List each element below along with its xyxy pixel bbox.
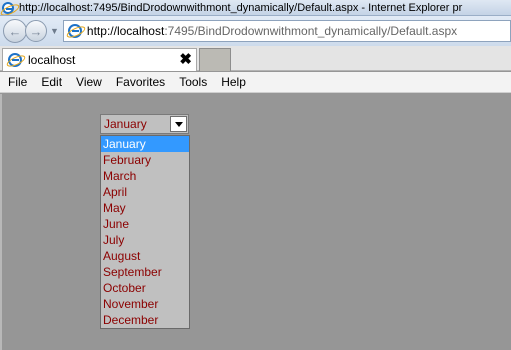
- window-title-bar: http://localhost:7495/BindDrodownwithmon…: [0, 0, 511, 16]
- month-option-list[interactable]: January February March April May June Ju…: [100, 135, 190, 329]
- month-dropdown[interactable]: January: [100, 114, 189, 134]
- tab-favicon-icon: [8, 53, 22, 67]
- month-option[interactable]: March: [101, 168, 189, 184]
- forward-button[interactable]: →: [25, 20, 47, 42]
- menu-bar: File Edit View Favorites Tools Help: [0, 72, 511, 93]
- back-button[interactable]: ←: [3, 19, 27, 43]
- month-option[interactable]: December: [101, 312, 189, 328]
- month-option[interactable]: November: [101, 296, 189, 312]
- month-option[interactable]: May: [101, 200, 189, 216]
- url-host: http://localhost: [86, 24, 165, 38]
- month-option[interactable]: February: [101, 152, 189, 168]
- chevron-down-icon: [174, 121, 183, 127]
- month-option[interactable]: January: [101, 136, 189, 152]
- month-option[interactable]: June: [101, 216, 189, 232]
- back-arrow-icon: ←: [8, 23, 22, 39]
- new-tab-button[interactable]: [199, 48, 231, 71]
- tab-title: localhost: [28, 53, 76, 67]
- month-option[interactable]: April: [101, 184, 189, 200]
- menu-view[interactable]: View: [69, 75, 109, 89]
- menu-help[interactable]: Help: [214, 75, 253, 89]
- menu-favorites[interactable]: Favorites: [109, 75, 172, 89]
- internet-explorer-icon: [2, 1, 14, 14]
- forward-arrow-icon: →: [29, 23, 43, 39]
- dropdown-toggle-button[interactable]: [170, 116, 187, 132]
- menu-edit[interactable]: Edit: [34, 75, 69, 89]
- month-option[interactable]: July: [101, 232, 189, 248]
- month-option[interactable]: August: [101, 248, 189, 264]
- page-content: January January February March April May…: [0, 94, 511, 350]
- url-path: :7495/BindDrodownwithmont_dynamically/De…: [164, 24, 458, 38]
- recent-pages-dropdown-icon[interactable]: ▼: [50, 26, 59, 36]
- month-option[interactable]: October: [101, 280, 189, 296]
- menu-tools[interactable]: Tools: [172, 75, 214, 89]
- tab-bar: localhost ✖: [0, 46, 511, 71]
- close-icon[interactable]: ✖: [179, 52, 192, 68]
- address-field[interactable]: http://localhost:7495/BindDrodownwithmon…: [62, 20, 511, 42]
- navigation-bar: ← → ▼ http://localhost:7495/BindDrodownw…: [0, 16, 511, 46]
- month-option[interactable]: September: [101, 264, 189, 280]
- month-dropdown-value: January: [104, 117, 147, 131]
- menu-file[interactable]: File: [0, 75, 34, 89]
- page-favicon-icon: [67, 24, 82, 38]
- window-title: http://localhost:7495/BindDrodownwithmon…: [19, 1, 463, 14]
- tab-localhost[interactable]: localhost ✖: [2, 48, 197, 71]
